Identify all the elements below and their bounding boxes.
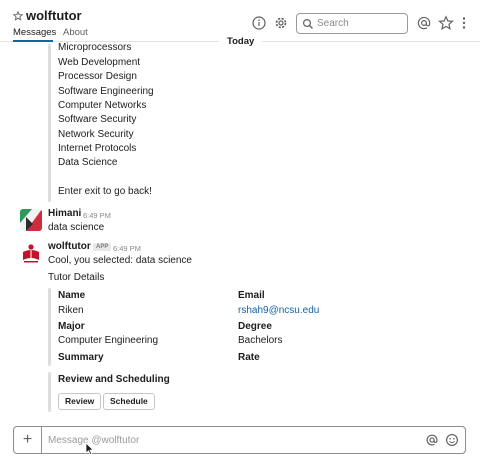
tutor-quote-bar bbox=[48, 288, 51, 366]
mentions-at-icon[interactable] bbox=[416, 15, 432, 31]
avatar-wolftutor[interactable] bbox=[20, 242, 42, 264]
message-author[interactable]: Himani bbox=[48, 208, 81, 219]
search-icon bbox=[302, 18, 314, 30]
app-badge: APP bbox=[93, 243, 112, 251]
scheduling-title: Review and Scheduling bbox=[58, 374, 170, 385]
rate-label: Rate bbox=[238, 352, 260, 363]
message-input[interactable] bbox=[48, 432, 418, 448]
active-tab-indicator bbox=[13, 40, 53, 42]
review-button[interactable]: Review bbox=[58, 393, 102, 410]
email-link[interactable]: rshah9@ncsu.edu bbox=[238, 305, 319, 316]
list-item: Network Security bbox=[58, 129, 134, 140]
tutor-section-title: Tutor Details bbox=[48, 272, 105, 283]
more-options-icon[interactable] bbox=[460, 15, 468, 31]
message-author[interactable]: wolftutor bbox=[48, 241, 91, 252]
mouse-cursor-icon bbox=[85, 442, 95, 456]
saved-star-icon[interactable] bbox=[438, 15, 454, 31]
scheduling-quote-bar bbox=[48, 372, 51, 412]
list-item: Computer Networks bbox=[58, 100, 147, 111]
schedule-button[interactable]: Schedule bbox=[103, 393, 155, 410]
summary-label: Summary bbox=[58, 352, 104, 363]
message-text: data science bbox=[48, 222, 105, 233]
name-label: Name bbox=[58, 290, 86, 301]
message-composer: + bbox=[13, 426, 466, 454]
exit-hint: Enter exit to go back! bbox=[58, 186, 152, 197]
search-box[interactable] bbox=[296, 13, 408, 34]
avatar-himani[interactable] bbox=[20, 209, 42, 231]
degree-value: Bachelors bbox=[238, 335, 283, 346]
list-item: Software Engineering bbox=[58, 86, 154, 97]
date-divider: Today bbox=[219, 36, 263, 47]
list-item: Web Development bbox=[58, 57, 141, 68]
gear-icon[interactable] bbox=[273, 15, 289, 31]
add-attachment-button[interactable]: + bbox=[14, 427, 42, 453]
list-item: Internet Protocols bbox=[58, 143, 137, 154]
tab-about[interactable]: About bbox=[63, 27, 88, 38]
degree-label: Degree bbox=[238, 321, 272, 332]
tab-messages[interactable]: Messages bbox=[13, 27, 56, 38]
channel-title: wolftutor bbox=[26, 8, 82, 23]
list-item: Software Security bbox=[58, 114, 137, 125]
message-timestamp[interactable]: 6:49 PM bbox=[83, 211, 111, 220]
major-value: Computer Engineering bbox=[58, 335, 159, 346]
emoji-icon[interactable] bbox=[445, 433, 459, 447]
list-item: Processor Design bbox=[58, 71, 137, 82]
message-text: Cool, you selected: data science bbox=[48, 255, 192, 266]
search-input[interactable] bbox=[317, 16, 403, 31]
email-label: Email bbox=[238, 290, 265, 301]
name-value: Riken bbox=[58, 305, 84, 316]
menu-quote-bar bbox=[48, 44, 51, 202]
mention-at-icon[interactable] bbox=[425, 433, 439, 447]
list-item: Data Science bbox=[58, 157, 118, 168]
message-timestamp[interactable]: 6:49 PM bbox=[113, 244, 141, 253]
major-label: Major bbox=[58, 321, 85, 332]
list-item: Microprocessors bbox=[58, 42, 132, 53]
star-icon[interactable] bbox=[12, 10, 24, 21]
info-icon[interactable] bbox=[251, 15, 267, 31]
